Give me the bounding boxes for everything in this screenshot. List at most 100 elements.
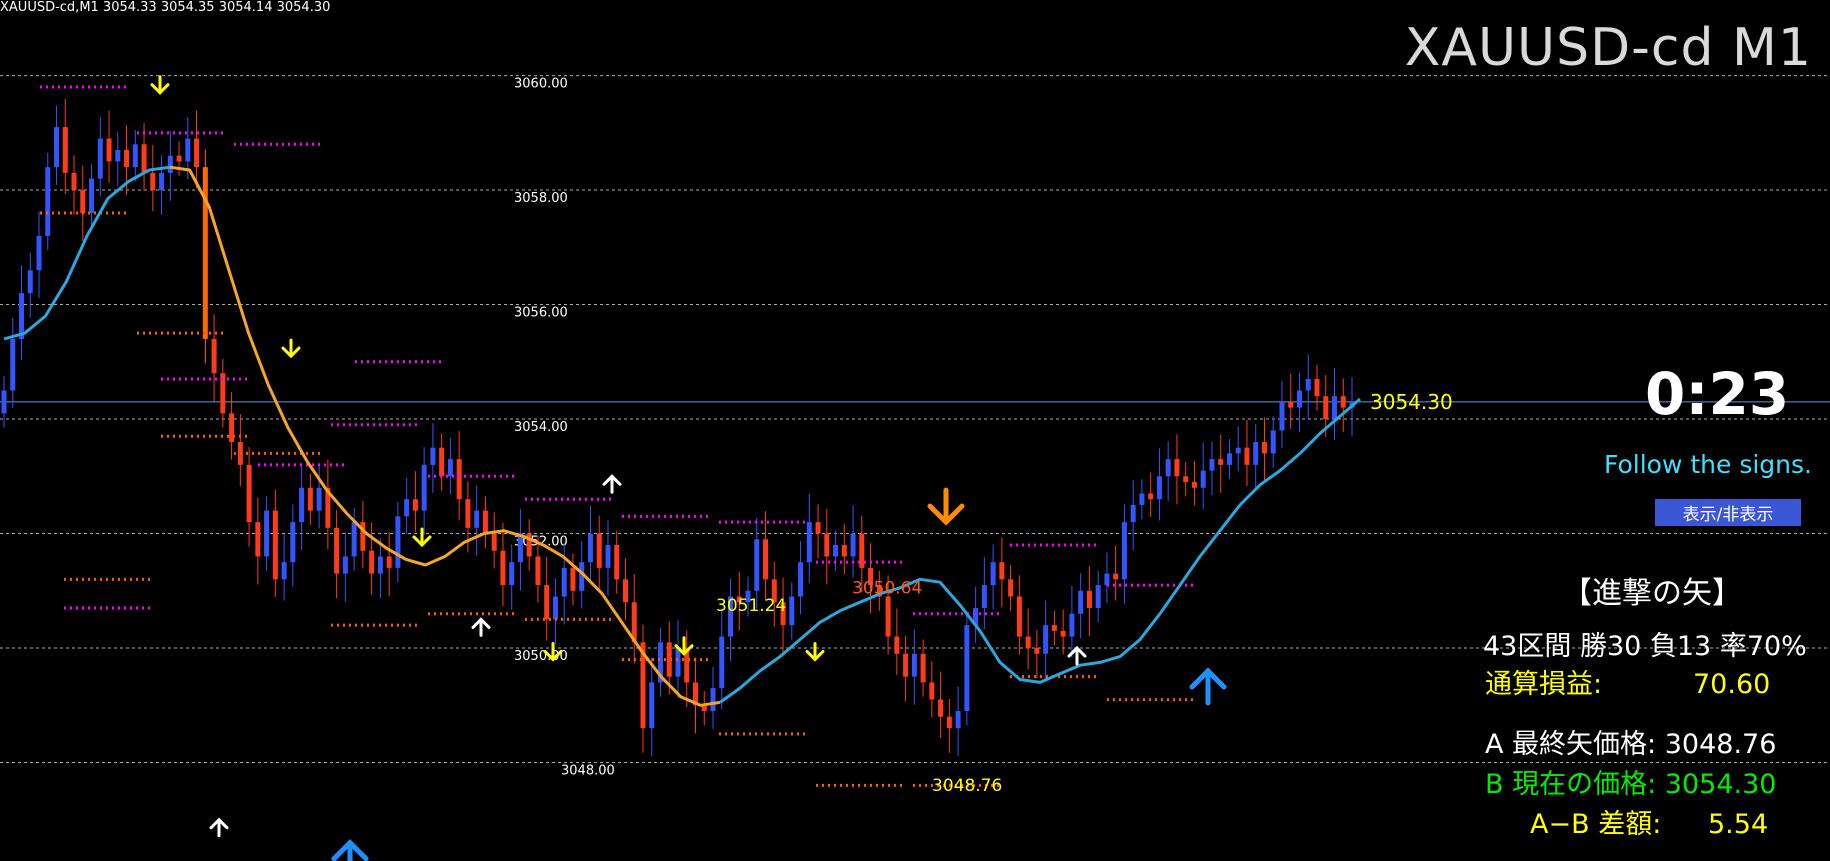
candle-bull — [1139, 493, 1145, 505]
candle-bull — [587, 533, 593, 563]
candle-bear — [1191, 482, 1197, 488]
candle-bear — [80, 190, 86, 213]
candle-bull — [377, 556, 383, 574]
candle-bull — [675, 648, 681, 677]
candle-bull — [115, 149, 121, 162]
symbol-info-bar: XAUUSD-cd,M1 3054.33 3054.35 3054.14 305… — [0, 0, 331, 15]
candle-bear — [1051, 625, 1057, 631]
candle-bear — [894, 636, 900, 654]
candle-bull — [167, 155, 173, 173]
price-annotation: 3048.76 — [932, 776, 1002, 796]
candle-bull — [264, 510, 270, 557]
candle-bear — [1288, 401, 1294, 408]
candle-bear — [1183, 476, 1189, 483]
candle-bull — [517, 533, 523, 563]
candle-bull — [89, 178, 95, 213]
candle-bear — [439, 447, 445, 477]
price-axis-label: 3048.00 — [561, 764, 615, 779]
candle-bull — [1121, 522, 1127, 580]
candle-bull — [911, 653, 917, 677]
candle-bear — [815, 522, 821, 534]
candle-bull — [474, 510, 480, 528]
candle-bull — [806, 522, 812, 563]
candle-bull — [421, 464, 427, 511]
candle-bull — [552, 596, 558, 620]
candle-bull — [1156, 476, 1162, 500]
candle-bear — [859, 533, 865, 568]
candle-bull — [990, 562, 996, 586]
candle-bear — [482, 510, 488, 534]
candle-bear — [246, 464, 252, 523]
candle-bear — [307, 487, 313, 511]
price-difference-label: A−B 差額: — [1530, 809, 1662, 840]
candle-bear — [412, 499, 418, 511]
candle-bull — [1253, 441, 1259, 465]
candle-bull — [1165, 459, 1171, 477]
candle-bull — [10, 338, 16, 391]
candle-bear — [124, 149, 130, 168]
candle-bull — [754, 539, 760, 591]
candle-bear — [106, 138, 112, 162]
candle-bull — [1331, 396, 1337, 420]
buy-arrow-icon — [331, 839, 369, 861]
current-price-label: 3054.30 — [1370, 390, 1453, 414]
candle-bear — [824, 533, 830, 557]
candle-bear — [491, 533, 497, 551]
candle-bull — [561, 567, 567, 597]
candle-bull — [1200, 470, 1206, 488]
candle-bear — [1323, 396, 1329, 420]
total-pnl-value: 70.60 — [1693, 669, 1771, 700]
candle-bull — [1043, 625, 1049, 654]
candle-bear — [570, 567, 576, 591]
candle-bear — [1034, 648, 1040, 654]
candle-bear — [622, 579, 628, 603]
candle-bull — [290, 522, 296, 563]
candle-bear — [62, 127, 68, 173]
candle-bull — [1095, 585, 1101, 608]
candle-bear — [1025, 636, 1031, 649]
candle-bear — [929, 682, 935, 700]
candle-bull — [54, 127, 60, 168]
price-axis-label: 3054.00 — [514, 420, 568, 435]
candle-bull — [27, 270, 33, 294]
candle-bear — [176, 155, 182, 162]
price-difference-value: 5.54 — [1708, 809, 1769, 840]
candle-bull — [316, 487, 322, 511]
candle-bear — [141, 144, 147, 173]
candle-bull — [1279, 401, 1285, 431]
candle-bear — [1314, 378, 1320, 397]
candle-bull — [447, 459, 453, 477]
buy-arrow-icon — [602, 474, 622, 494]
candle-bull — [132, 144, 138, 168]
candle-bull — [1069, 613, 1075, 637]
candle-bear — [763, 539, 769, 580]
candle-bear — [334, 527, 340, 574]
candle-bear — [841, 544, 847, 557]
price-axis-label: 3058.00 — [514, 191, 568, 206]
candle-bull — [1209, 459, 1215, 471]
candle-bear — [938, 699, 944, 717]
candle-bear — [614, 544, 620, 580]
candle-bear — [386, 556, 392, 568]
candle-bull — [1, 390, 7, 414]
candle-bull — [1270, 430, 1276, 454]
candle-bear — [535, 556, 541, 586]
candle-bear — [456, 459, 462, 500]
candle-bull — [964, 625, 970, 712]
candle-bull — [1104, 573, 1110, 586]
toggle-display-button[interactable]: 表示/非表示 — [1655, 499, 1801, 526]
current-price-readout: B 現在の価格: 3054.30 — [1485, 769, 1777, 800]
candle-bull — [159, 172, 165, 191]
candle-bear — [150, 172, 156, 191]
candle-bear — [920, 653, 926, 683]
sell-arrow-icon — [927, 487, 965, 526]
candle-bear — [71, 172, 77, 191]
sell-arrow-icon — [805, 641, 825, 662]
candle-bull — [1130, 504, 1136, 523]
candle-bull — [850, 533, 856, 557]
price-annotation: 3051.24 — [716, 596, 786, 616]
candle-bear — [1340, 396, 1346, 408]
follow-signs-text: Follow the signs. — [1604, 450, 1812, 479]
candle-bull — [351, 522, 357, 557]
candle-bull — [36, 235, 42, 271]
